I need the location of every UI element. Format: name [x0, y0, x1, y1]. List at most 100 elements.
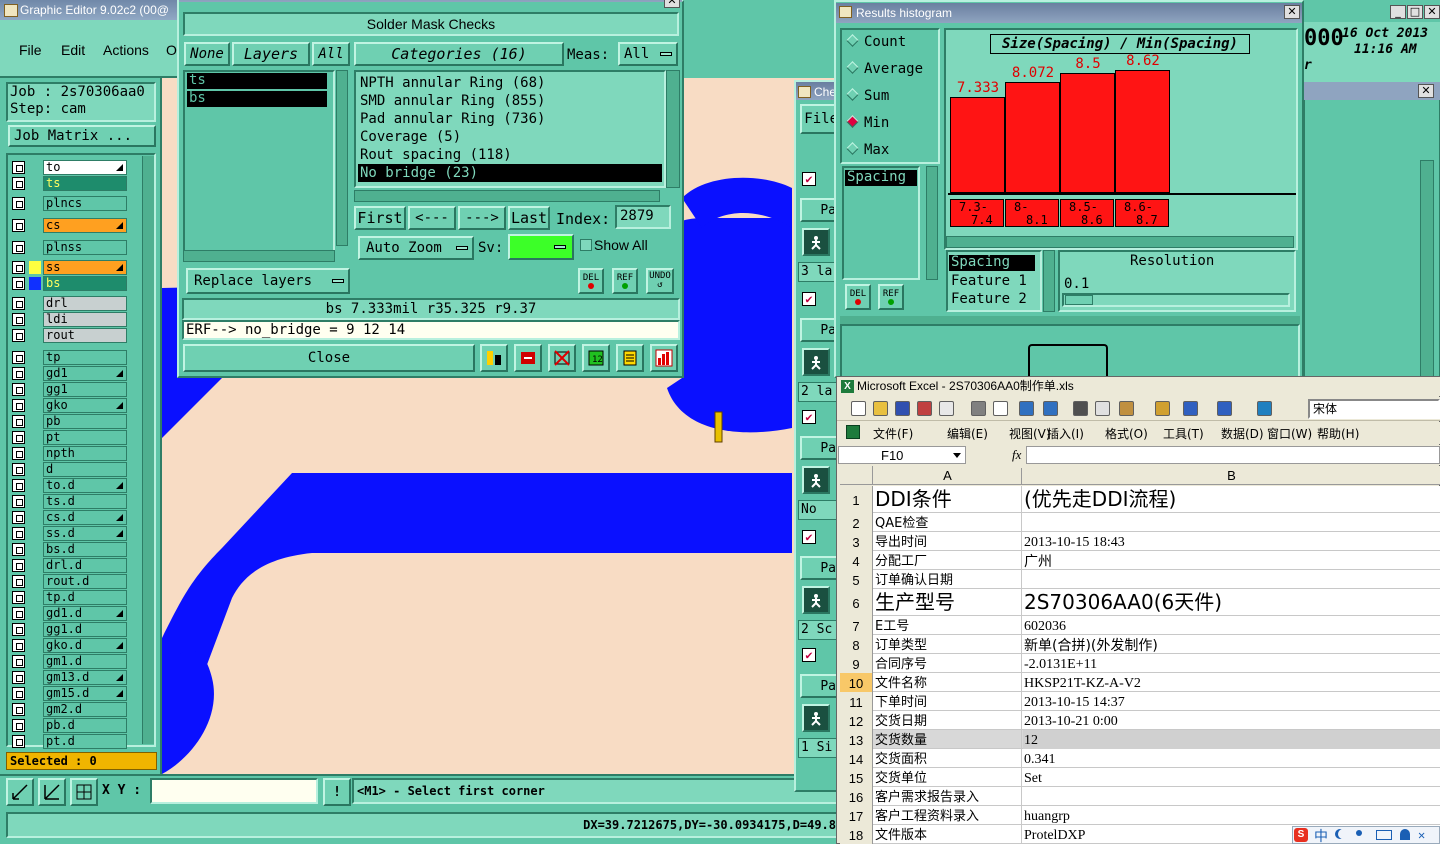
permission-icon[interactable] — [917, 401, 932, 416]
row-header[interactable]: 9 — [840, 654, 873, 673]
layer-checkbox[interactable] — [12, 447, 25, 460]
layer-row-gg1-d[interactable]: gg1.d — [10, 622, 128, 637]
stat-field-scroll[interactable] — [926, 166, 938, 280]
measure-icon[interactable] — [38, 778, 66, 806]
row-header[interactable]: 8 — [840, 635, 873, 654]
histogram-bar[interactable] — [1005, 82, 1060, 193]
layer-name[interactable]: gm2.d — [43, 702, 127, 717]
format-painter-icon[interactable] — [1155, 401, 1170, 416]
copy-icon[interactable] — [1095, 401, 1110, 416]
layer-name[interactable]: gg1.d — [43, 622, 127, 637]
layer-checkbox[interactable] — [12, 591, 25, 604]
excel-menu-item[interactable]: 文件(F) — [873, 425, 913, 442]
cell-a[interactable]: 订单类型 — [874, 635, 1022, 654]
row-header[interactable]: 3 — [840, 532, 873, 551]
cell-a[interactable]: 交货数量 — [874, 730, 1022, 749]
stat-max-label[interactable]: Max — [864, 142, 889, 158]
window-close-icon[interactable]: ✕ — [1424, 5, 1440, 19]
run-check-icon[interactable] — [802, 466, 830, 494]
feature-item-1[interactable]: Feature 1 — [949, 273, 1027, 289]
resolution-slider[interactable] — [1062, 293, 1290, 307]
cell-b[interactable]: -2.0131E+11 — [1023, 654, 1440, 673]
layer-row-ss-d[interactable]: ss.d — [10, 526, 128, 541]
layer-name[interactable]: pb.d — [43, 718, 127, 733]
sogou-icon[interactable]: S — [1294, 828, 1308, 842]
layer-checkbox[interactable] — [12, 559, 25, 572]
layer-name[interactable]: to — [43, 160, 127, 175]
sv-color-select[interactable] — [508, 234, 574, 260]
excel-menu-item[interactable]: 窗口(W) — [1267, 425, 1312, 442]
layer-color-swatch[interactable] — [29, 261, 41, 274]
check-row-label[interactable]: 2 Sc — [798, 620, 840, 640]
xy-input[interactable] — [150, 778, 318, 804]
stat-field-item[interactable]: Spacing — [845, 170, 917, 186]
category-item[interactable]: No bridge (23) — [358, 164, 662, 182]
new-icon[interactable] — [851, 401, 866, 416]
cell-b[interactable]: 2013-10-15 14:37 — [1023, 692, 1440, 711]
cell-a[interactable]: E工号 — [874, 616, 1022, 635]
category-item[interactable]: Coverage (5) — [358, 128, 662, 146]
hist-ref-icon[interactable]: REF — [878, 284, 904, 310]
layer-row-pt-d[interactable]: pt.d — [10, 734, 128, 749]
layer-row-gd1[interactable]: gd1 — [10, 366, 128, 381]
layer-checkbox[interactable] — [12, 313, 25, 326]
layer-row-tp-d[interactable]: tp.d — [10, 590, 128, 605]
layer-row-cs[interactable]: cs — [10, 218, 128, 233]
layer-name[interactable]: tp.d — [43, 590, 127, 605]
pa-button[interactable]: Pa — [800, 674, 840, 698]
layer-checkbox[interactable] — [12, 671, 25, 684]
cell-a[interactable]: 订单确认日期 — [874, 570, 1022, 589]
excel-menu-item[interactable]: 工具(T) — [1163, 425, 1204, 442]
layer-checkbox[interactable] — [12, 177, 25, 190]
spelling-icon[interactable] — [1019, 401, 1034, 416]
cell-b[interactable]: huangrp — [1023, 806, 1440, 825]
punctuation-icon[interactable] — [1356, 830, 1362, 836]
feature-item-spacing[interactable]: Spacing — [949, 255, 1035, 271]
excel-menu-item[interactable]: 帮助(H) — [1317, 425, 1359, 442]
layer-row-gm15-d[interactable]: gm15.d — [10, 686, 128, 701]
close-button[interactable]: Close — [183, 344, 475, 372]
layer-item-bs[interactable]: bs — [187, 91, 327, 107]
stat-sum-label[interactable]: Sum — [864, 88, 889, 104]
layer-row-pb[interactable]: pb — [10, 414, 128, 429]
layer-row-npth[interactable]: npth — [10, 446, 128, 461]
check-row-label[interactable]: 2 la — [798, 382, 840, 402]
last-button[interactable]: Last — [508, 206, 550, 230]
cell-b[interactable]: 2013-10-21 0:00 — [1023, 711, 1440, 730]
layer-list-hscroll[interactable] — [183, 250, 335, 262]
feature-item-2[interactable]: Feature 2 — [949, 291, 1027, 307]
layer-name[interactable]: rout.d — [43, 574, 127, 589]
pa-button[interactable]: Pa — [800, 556, 840, 580]
layer-name[interactable]: gg1 — [43, 382, 127, 397]
menu-file[interactable]: File — [19, 42, 42, 58]
cell-b[interactable]: 0.341 — [1023, 749, 1440, 768]
categories-vscroll[interactable] — [666, 70, 680, 188]
row-header[interactable]: 12 — [840, 711, 873, 730]
first-button[interactable]: First — [354, 206, 406, 230]
compare-icon[interactable]: 12 — [582, 344, 610, 372]
run-check-icon[interactable] — [802, 348, 830, 376]
row-header[interactable]: 4 — [840, 551, 873, 570]
layer-checkbox[interactable] — [12, 219, 25, 232]
none-button[interactable]: None — [184, 42, 230, 66]
layer-list-vscroll[interactable] — [336, 70, 348, 246]
ime-mode[interactable]: 中 — [1314, 826, 1328, 844]
check-icon[interactable]: ✔ — [802, 172, 816, 186]
layer-checkbox[interactable] — [12, 655, 25, 668]
cell-b[interactable]: 2013-10-15 18:43 — [1023, 532, 1440, 551]
row-header[interactable]: 11 — [840, 692, 873, 711]
column-header-a[interactable]: A — [874, 468, 1022, 485]
histogram-bin[interactable]: 7.3- 7.4 — [950, 199, 1004, 227]
layer-row-gg1[interactable]: gg1 — [10, 382, 128, 397]
chevron-down-icon[interactable] — [953, 453, 961, 458]
cell-b[interactable]: 新单(合拼)(外发制作) — [1023, 635, 1440, 654]
cell-b[interactable] — [1023, 513, 1440, 532]
prev-button[interactable]: <--- — [408, 206, 456, 230]
histogram-bar[interactable] — [1060, 73, 1115, 193]
layer-checkbox[interactable] — [12, 367, 25, 380]
histogram-close-icon[interactable]: ✕ — [1284, 5, 1300, 19]
layer-checkbox[interactable] — [12, 241, 25, 254]
all-button[interactable]: All — [312, 42, 350, 66]
layer-name[interactable]: cs.d — [43, 510, 127, 525]
layer-name[interactable]: ss — [43, 260, 127, 275]
